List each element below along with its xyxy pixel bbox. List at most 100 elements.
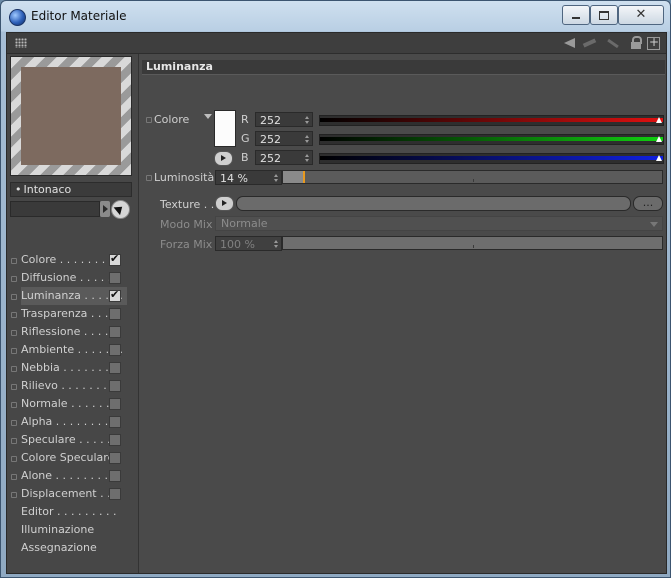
color-anim-dot[interactable] bbox=[146, 117, 152, 123]
channel-checkbox[interactable] bbox=[109, 452, 121, 464]
channel-checkbox[interactable] bbox=[109, 362, 121, 374]
extra-item-label: Assegnazione bbox=[21, 541, 97, 554]
channel-item[interactable]: Trasparenza . . . . bbox=[10, 305, 135, 323]
channel-label: Nebbia . . . . . . . . bbox=[21, 361, 116, 374]
extra-item[interactable]: Assegnazione bbox=[10, 539, 135, 557]
luminosity-slider[interactable] bbox=[282, 170, 663, 184]
b-spinner-icon[interactable] bbox=[305, 154, 310, 163]
channel-checkbox[interactable] bbox=[109, 326, 121, 338]
b-value-field[interactable]: 252 bbox=[255, 150, 313, 165]
search-arrow-button[interactable] bbox=[100, 201, 110, 217]
channel-checkbox[interactable] bbox=[109, 380, 121, 392]
r-slider-knob[interactable] bbox=[656, 117, 662, 123]
channel-checkbox[interactable] bbox=[109, 272, 121, 284]
channel-dot-icon bbox=[11, 276, 17, 282]
extra-item-label: Editor . . . . . . . . . bbox=[21, 505, 117, 518]
channel-checkbox[interactable] bbox=[109, 250, 121, 268]
picker-arrow-icon[interactable] bbox=[111, 200, 130, 219]
arrow-back-icon[interactable] bbox=[562, 36, 576, 50]
b-slider-knob[interactable] bbox=[656, 155, 662, 161]
color-dropdown-arrow-icon[interactable] bbox=[204, 114, 212, 119]
g-value-field[interactable]: 252 bbox=[255, 131, 313, 146]
channel-item[interactable]: Displacement . . . bbox=[10, 485, 135, 503]
color-swatch[interactable] bbox=[214, 110, 236, 147]
r-value-field[interactable]: 252 bbox=[255, 112, 313, 127]
channel-item[interactable]: Ambiente . . . . . . . bbox=[10, 341, 135, 359]
channel-label: Normale . . . . . . . bbox=[21, 397, 117, 410]
mix-mode-select[interactable]: Normale bbox=[215, 216, 663, 231]
channel-sidebar: Intonaco Colore . . . . . . . . . Diffusi… bbox=[7, 54, 139, 573]
maximize-button[interactable] bbox=[590, 5, 618, 25]
g-spinner-icon[interactable] bbox=[305, 135, 310, 144]
channel-item[interactable]: Speculare . . . . . . bbox=[10, 431, 135, 449]
color-options-button[interactable] bbox=[214, 151, 233, 166]
arrow-forward-icon[interactable] bbox=[582, 36, 596, 50]
channel-checkbox[interactable] bbox=[109, 398, 121, 410]
luminosity-slider-tick bbox=[473, 179, 474, 182]
mix-strength-value-field[interactable]: 100 % bbox=[215, 236, 282, 251]
mix-strength-spinner-icon[interactable] bbox=[274, 240, 279, 249]
channel-checkbox[interactable] bbox=[109, 470, 121, 482]
pin-icon[interactable] bbox=[605, 36, 619, 50]
r-spinner-icon[interactable] bbox=[305, 116, 310, 125]
r-slider[interactable] bbox=[319, 115, 664, 126]
channel-item[interactable]: Normale . . . . . . . bbox=[10, 395, 135, 413]
channel-item[interactable]: Diffusione . . . . . . bbox=[10, 269, 135, 287]
channel-dot-icon bbox=[11, 474, 17, 480]
r-gradient bbox=[320, 118, 663, 122]
channel-search-input[interactable] bbox=[10, 201, 100, 217]
channel-item[interactable]: Luminanza . . . . . . bbox=[10, 286, 135, 305]
grip-icon[interactable] bbox=[15, 38, 27, 48]
b-slider[interactable] bbox=[319, 153, 664, 164]
luminosity-label: Luminosità bbox=[154, 171, 215, 184]
channel-item[interactable]: Rilievo . . . . . . . . bbox=[10, 377, 135, 395]
channel-dot-icon bbox=[11, 312, 17, 318]
channel-checkbox[interactable] bbox=[109, 344, 121, 356]
app-logo-icon bbox=[9, 9, 26, 26]
extra-item[interactable]: Illuminazione bbox=[10, 521, 135, 539]
channel-item[interactable]: Colore Speculare bbox=[10, 449, 135, 467]
extra-item[interactable]: Editor . . . . . . . . . bbox=[10, 503, 135, 521]
g-slider-knob[interactable] bbox=[656, 136, 662, 142]
channel-label: Diffusione . . . . . . bbox=[21, 271, 119, 284]
channel-checkbox[interactable] bbox=[109, 434, 121, 446]
lock-icon[interactable] bbox=[629, 36, 643, 50]
luminosity-slider-handle[interactable] bbox=[303, 171, 305, 183]
mix-strength-slider[interactable] bbox=[282, 236, 663, 250]
channel-checkbox[interactable] bbox=[109, 308, 121, 320]
editor-client-area: Intonaco Colore . . . . . . . . . Diffusi… bbox=[6, 32, 667, 574]
close-button[interactable]: ✕ bbox=[618, 5, 664, 25]
title-bar[interactable]: Editor Materiale ✕ bbox=[1, 1, 670, 32]
g-label: G bbox=[241, 132, 250, 145]
texture-options-button[interactable] bbox=[215, 196, 234, 211]
channel-label: Colore . . . . . . . . . bbox=[21, 253, 120, 266]
window-title: Editor Materiale bbox=[31, 9, 127, 23]
mix-mode-label: Modo Mix bbox=[160, 218, 213, 231]
channel-item[interactable]: Alpha . . . . . . . . . bbox=[10, 413, 135, 431]
luminosity-value-field[interactable]: 14 % bbox=[215, 170, 282, 185]
channel-checkbox[interactable] bbox=[109, 488, 121, 500]
minimize-button[interactable] bbox=[562, 5, 590, 25]
texture-browse-button[interactable]: ... bbox=[633, 196, 663, 211]
section-title: Luminanza bbox=[142, 60, 665, 75]
r-label: R bbox=[241, 113, 249, 126]
channel-item[interactable]: Riflessione . . . . . bbox=[10, 323, 135, 341]
luminosity-anim-dot[interactable] bbox=[146, 175, 152, 181]
material-name[interactable]: Intonaco bbox=[10, 182, 132, 197]
material-preview[interactable] bbox=[10, 56, 132, 176]
channel-dot-icon bbox=[11, 294, 17, 300]
new-panel-icon[interactable] bbox=[647, 35, 660, 50]
g-slider[interactable] bbox=[319, 134, 664, 145]
channel-label: Alone . . . . . . . . . bbox=[21, 469, 115, 482]
channel-item[interactable]: Alone . . . . . . . . . bbox=[10, 467, 135, 485]
channel-checkbox[interactable] bbox=[109, 416, 121, 428]
channel-item[interactable]: Nebbia . . . . . . . . bbox=[10, 359, 135, 377]
channel-checkbox[interactable] bbox=[109, 286, 121, 304]
channel-item[interactable]: Colore . . . . . . . . . bbox=[10, 250, 135, 269]
luminance-panel: Luminanza Colore R 252 G 252 B 252 Lumin… bbox=[141, 54, 665, 573]
texture-slot[interactable] bbox=[236, 196, 631, 211]
channel-label: Speculare . . . . . . bbox=[21, 433, 118, 446]
channel-label: Riflessione . . . . . bbox=[21, 325, 116, 338]
channel-dot-icon bbox=[11, 384, 17, 390]
luminosity-spinner-icon[interactable] bbox=[274, 174, 279, 183]
